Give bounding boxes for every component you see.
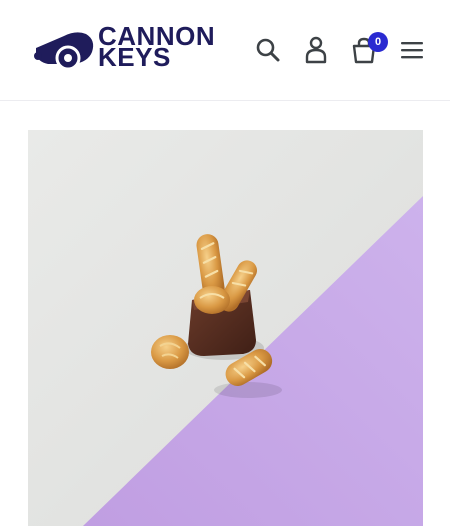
hamburger-menu-icon (401, 42, 423, 59)
account-button[interactable] (299, 33, 333, 67)
account-icon (305, 36, 327, 64)
search-button[interactable] (251, 33, 285, 67)
cart-count-badge: 0 (368, 32, 388, 52)
menu-button[interactable] (395, 33, 429, 67)
search-icon (256, 38, 280, 62)
cannon-keys-logo[interactable]: CANNON KEYS (30, 23, 222, 74)
cannon-logo-icon (34, 32, 94, 71)
logo-wordmark: CANNON KEYS (98, 23, 215, 70)
site-header: CANNON KEYS 0 (0, 0, 450, 101)
product-image[interactable] (28, 130, 423, 526)
bread-keycaps-photo (28, 130, 423, 526)
